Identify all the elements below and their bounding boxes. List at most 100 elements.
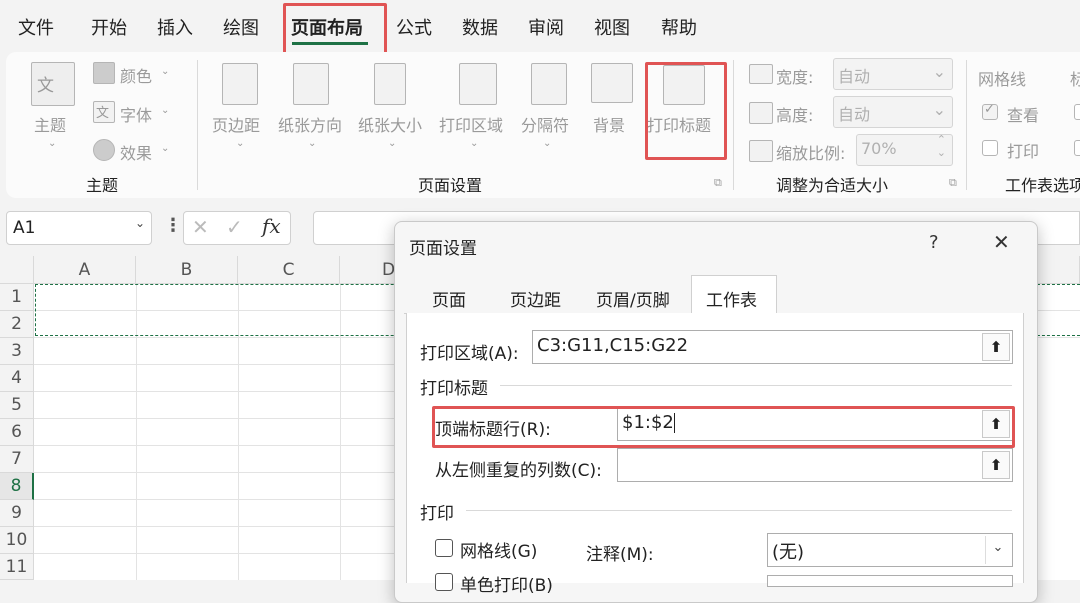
background-icon: [591, 63, 633, 103]
scale-value: 70%: [861, 139, 897, 158]
row-header[interactable]: 7: [0, 446, 34, 473]
print-heading: 打印: [420, 504, 454, 524]
colors-button[interactable]: 颜色: [120, 63, 152, 87]
ribbon-separator: [966, 60, 967, 190]
width-select[interactable]: 自动 ⌄: [833, 58, 953, 90]
margins-button[interactable]: 页边距: [212, 112, 260, 136]
row-header[interactable]: 10: [0, 527, 34, 554]
chevron-down-icon: ⌄: [985, 536, 1010, 564]
chevron-down-icon: ⌄: [388, 138, 397, 149]
menu-home[interactable]: 开始: [91, 14, 127, 40]
row-header[interactable]: 2: [0, 311, 34, 338]
section-divider: [500, 385, 1012, 386]
size-button[interactable]: 纸张大小: [358, 112, 422, 136]
orientation-button[interactable]: 纸张方向: [278, 112, 342, 136]
breaks-button[interactable]: 分隔符: [521, 112, 569, 136]
ribbon-separator: [197, 60, 198, 190]
launcher-icon[interactable]: ⧉: [949, 176, 957, 190]
tab-page[interactable]: 页面: [432, 286, 466, 311]
chevron-down-icon: ⌄: [543, 138, 552, 149]
gridlines-print-checkbox[interactable]: [982, 140, 998, 156]
headings-print-checkbox[interactable]: [1074, 140, 1080, 156]
headings-label: 标: [1070, 70, 1080, 89]
close-icon[interactable]: ✕: [993, 230, 1010, 254]
row-header[interactable]: 9: [0, 500, 34, 527]
checkmark-icon: ✓: [984, 102, 995, 117]
insert-function-icon[interactable]: fx: [262, 214, 281, 238]
width-label: 宽度:: [776, 68, 814, 87]
section-divider: [466, 510, 1012, 511]
gridlines-label: 网格线: [978, 70, 1027, 89]
error-values-select[interactable]: [767, 575, 1013, 587]
tab-margins[interactable]: 页边距: [510, 286, 561, 311]
column-header-b[interactable]: B: [136, 256, 238, 284]
cols-to-repeat-input[interactable]: [617, 448, 1013, 482]
print-area-button[interactable]: 打印区域: [439, 112, 503, 136]
menu-formulas[interactable]: 公式: [396, 14, 432, 40]
tab-header-footer[interactable]: 页眉/页脚: [596, 286, 670, 311]
row-header[interactable]: 5: [0, 392, 34, 419]
row-header[interactable]: 1: [0, 284, 34, 311]
comments-value: (无): [772, 542, 805, 563]
effects-button[interactable]: 效果: [120, 140, 152, 164]
fonts-button[interactable]: 字体: [120, 102, 152, 126]
monochrome-checkbox[interactable]: [435, 573, 453, 591]
ribbon-separator: [733, 60, 734, 190]
print-area-icon: [459, 63, 497, 105]
print-area-input[interactable]: C3:G11,C15:G22: [532, 330, 1013, 364]
enter-icon[interactable]: ✓: [226, 215, 243, 239]
more-options-icon[interactable]: ⋮: [164, 215, 182, 236]
scale-label: 缩放比例:: [776, 144, 846, 163]
menu-draw[interactable]: 绘图: [223, 14, 259, 40]
menu-review[interactable]: 审阅: [528, 14, 564, 40]
column-header-c[interactable]: C: [238, 256, 340, 284]
launcher-icon[interactable]: ⧉: [714, 176, 722, 190]
size-icon: [374, 63, 406, 105]
menu-file[interactable]: 文件: [18, 14, 54, 40]
cancel-icon[interactable]: ✕: [192, 215, 209, 239]
orientation-icon: [293, 63, 329, 105]
gridlines-print-label: 打印: [1007, 142, 1040, 161]
chevron-down-icon: ⌄: [161, 105, 170, 116]
fonts-icon: 文: [93, 101, 115, 123]
chevron-down-icon: ⌄: [161, 143, 170, 154]
chevron-down-icon: ⌄: [470, 138, 479, 149]
name-box[interactable]: A1 ⌄: [6, 211, 152, 245]
tab-sheet[interactable]: 工作表: [706, 286, 757, 311]
collapse-dialog-icon[interactable]: ⬆: [982, 451, 1010, 479]
gridlines-view-checkbox[interactable]: ✓: [982, 102, 998, 120]
colors-icon: [93, 62, 115, 84]
menu-data[interactable]: 数据: [462, 14, 498, 40]
menu-help[interactable]: 帮助: [661, 14, 697, 40]
chevron-down-icon: ⌄: [932, 100, 946, 119]
background-button[interactable]: 背景: [593, 112, 625, 136]
menu-bar: 文件 开始 插入 绘图 页面布局 公式 数据 审阅 视图 帮助: [0, 0, 1080, 52]
name-box-value: A1: [13, 218, 36, 238]
height-icon: [749, 102, 773, 124]
effects-icon: [93, 139, 115, 161]
comments-select[interactable]: (无) ⌄: [767, 533, 1013, 567]
height-label: 高度:: [776, 106, 814, 125]
row-header[interactable]: 11: [0, 554, 34, 580]
headings-view-checkbox[interactable]: [1074, 104, 1080, 120]
column-header-a[interactable]: A: [34, 256, 136, 284]
row-header-selected[interactable]: 8: [0, 473, 34, 500]
print-area-label: 打印区域(A):: [420, 344, 519, 364]
spinner-icon[interactable]: ⌃ ⌄: [937, 133, 946, 159]
menu-view[interactable]: 视图: [594, 14, 630, 40]
height-select[interactable]: 自动 ⌄: [833, 96, 953, 128]
row-header[interactable]: 3: [0, 338, 34, 365]
row-header[interactable]: 6: [0, 419, 34, 446]
highlight-rows-to-repeat: [432, 406, 1015, 448]
select-all-corner[interactable]: [0, 256, 34, 284]
highlight-print-titles: [645, 62, 727, 160]
collapse-dialog-icon[interactable]: ⬆: [982, 333, 1010, 361]
row-header[interactable]: 4: [0, 365, 34, 392]
dialog-title: 页面设置: [409, 239, 477, 259]
gridlines-view-label: 查看: [1007, 106, 1040, 125]
themes-button[interactable]: 主题: [34, 112, 66, 136]
scale-stepper[interactable]: 70% ⌃ ⌄: [856, 133, 953, 166]
menu-insert[interactable]: 插入: [157, 14, 193, 40]
gridlines-checkbox[interactable]: [435, 539, 453, 557]
help-icon[interactable]: ?: [929, 232, 939, 253]
